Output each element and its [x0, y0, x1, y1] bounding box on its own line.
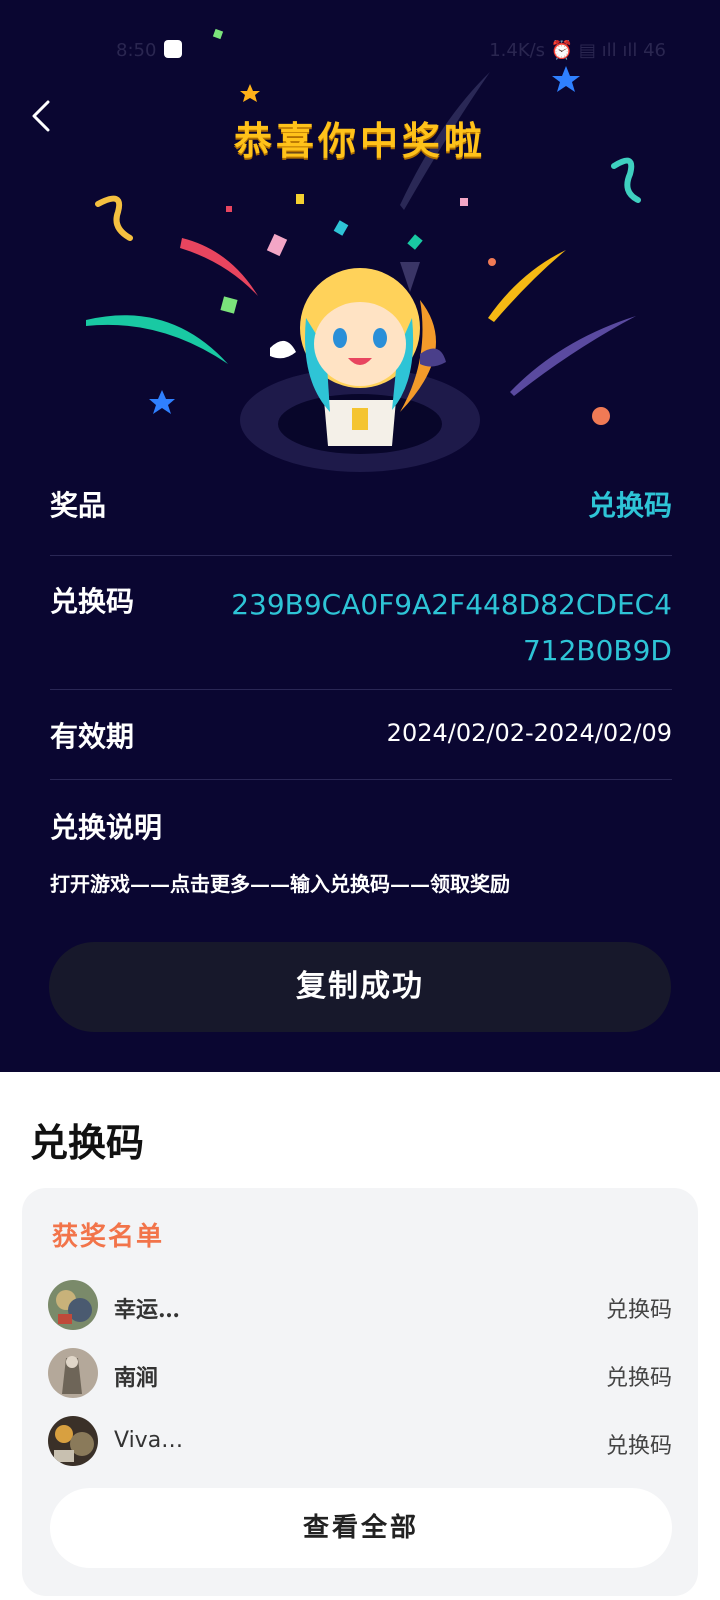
winner-row[interactable]: 南涧 兑换码 — [48, 1348, 672, 1400]
instructions-block: 兑换说明 打开游戏——点击更多——输入兑换码——领取奖励 — [50, 806, 672, 906]
winner-name: 南涧 — [114, 1365, 159, 1391]
winners-card: 获奖名单 幸运… 兑换码 南涧 兑换码 Viva… 兑换码 查看全部 — [22, 1188, 698, 1596]
view-all-button[interactable]: 查看全部 — [50, 1488, 672, 1568]
divider — [50, 689, 672, 690]
prize-panel: 8:50 1.4K/s ⏰ ▤ ıll ıll 46 恭喜你中奖啦 奖品 兑换码… — [0, 0, 720, 1072]
winner-prize: 兑换码 — [605, 1366, 672, 1391]
divider — [50, 779, 672, 780]
winner-row[interactable]: 幸运… 兑换码 — [48, 1280, 672, 1332]
page-title: 恭喜你中奖啦 — [233, 118, 486, 163]
redeem-code[interactable]: 239B9CA0F9A2F448D82CDEC4 712B0B9D — [231, 582, 672, 674]
winners-title: 获奖名单 — [52, 1222, 165, 1252]
prize-value: 兑换码 — [587, 489, 672, 522]
instructions-label: 兑换说明 — [50, 811, 163, 844]
validity-value: 2024/02/02-2024/02/09 — [386, 719, 672, 747]
validity-row: 有效期 2024/02/02-2024/02/09 — [50, 715, 672, 755]
avatar — [48, 1280, 98, 1330]
avatar — [48, 1348, 98, 1398]
divider — [50, 555, 672, 556]
winner-name: 幸运… — [114, 1297, 181, 1323]
winner-row[interactable]: Viva… 兑换码 — [48, 1416, 672, 1468]
section-title: 兑换码 — [30, 1120, 145, 1165]
copy-button[interactable]: 复制成功 — [49, 942, 671, 1032]
code-label: 兑换码 — [50, 585, 135, 618]
validity-label: 有效期 — [50, 720, 135, 753]
redeem-code-line2: 712B0B9D — [522, 634, 672, 667]
prize-label: 奖品 — [50, 489, 107, 522]
winner-name: Viva… — [114, 1428, 184, 1453]
winner-prize: 兑换码 — [605, 1434, 672, 1459]
avatar — [48, 1416, 98, 1466]
code-row: 兑换码 239B9CA0F9A2F448D82CDEC4 712B0B9D — [50, 580, 672, 670]
celebration-illustration — [86, 28, 641, 472]
winner-prize: 兑换码 — [605, 1298, 672, 1323]
instructions-text: 打开游戏——点击更多——输入兑换码——领取奖励 — [50, 872, 510, 896]
prize-row: 奖品 兑换码 — [50, 484, 672, 524]
redeem-code-line1: 239B9CA0F9A2F448D82CDEC4 — [231, 588, 672, 621]
